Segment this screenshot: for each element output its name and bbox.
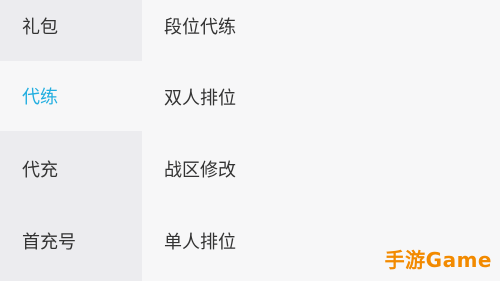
list-item-label: 段位代练 bbox=[164, 17, 236, 38]
sidebar-item-boosting[interactable]: 代练 bbox=[0, 61, 142, 131]
category-sidebar: 礼包 代练 代充 首充号 bbox=[0, 0, 142, 281]
list-item-label: 战区修改 bbox=[164, 160, 236, 181]
list-item-rank-boosting[interactable]: 段位代练 bbox=[164, 0, 236, 61]
subcategory-list: 段位代练 双人排位 战区修改 单人排位 bbox=[142, 0, 500, 281]
list-item-label: 双人排位 bbox=[164, 88, 236, 109]
sidebar-item-label: 首充号 bbox=[22, 232, 76, 253]
watermark-logo: 手游Game bbox=[384, 248, 492, 272]
sidebar-item-label: 代练 bbox=[22, 87, 58, 108]
list-item-label: 单人排位 bbox=[164, 232, 236, 253]
list-item-region-change[interactable]: 战区修改 bbox=[164, 134, 236, 204]
list-item-duo-ranked[interactable]: 双人排位 bbox=[164, 62, 236, 132]
sidebar-item-gift-pack[interactable]: 礼包 bbox=[0, 0, 142, 61]
sidebar-item-first-charge-account[interactable]: 首充号 bbox=[0, 206, 142, 276]
sidebar-item-top-up[interactable]: 代充 bbox=[0, 134, 142, 204]
sidebar-item-label: 礼包 bbox=[22, 17, 58, 38]
sidebar-item-label: 代充 bbox=[22, 160, 58, 181]
list-item-solo-ranked[interactable]: 单人排位 bbox=[164, 206, 236, 276]
